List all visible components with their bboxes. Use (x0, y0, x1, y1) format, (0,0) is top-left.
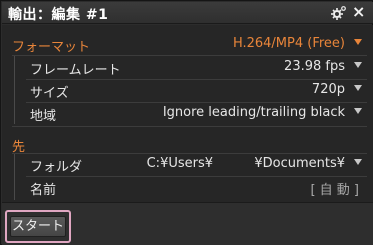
framerate-dropdown[interactable]: フレームレート 23.98 fps (2, 56, 373, 79)
chevron-down-icon (354, 62, 362, 68)
chevron-down-icon (354, 85, 362, 91)
panel-footer: スタート (2, 202, 373, 245)
filename-field[interactable]: 名前 [ 自 動 ] (2, 176, 373, 199)
format-label: フォーマット (12, 40, 91, 55)
panel-title: 輸出：編集 #1 (8, 7, 109, 23)
size-label: サイズ (30, 86, 69, 101)
divider (12, 126, 367, 127)
chevron-down-icon (354, 159, 362, 165)
filename-value: [ 自 動 ] (310, 183, 359, 198)
start-button-highlight: スタート (5, 210, 71, 243)
format-dropdown[interactable]: フォーマット H.264/MP4 (Free) (2, 33, 373, 56)
folder-label: フォルダ (30, 160, 83, 175)
panel-titlebar: 輸出：編集 #1 × (2, 2, 373, 24)
chevron-down-icon (354, 39, 362, 45)
size-dropdown[interactable]: サイズ 720p (2, 79, 373, 102)
start-button[interactable]: スタート (10, 216, 66, 237)
framerate-value: 23.98 fps (284, 59, 345, 74)
chevron-down-icon (354, 108, 362, 114)
region-dropdown[interactable]: 地域 Ignore leading/trailing black (2, 102, 373, 125)
folder-dropdown[interactable]: フォルダ C:¥Users¥ ¥Documents¥ (2, 153, 373, 176)
gear-icon[interactable] (331, 5, 347, 21)
region-label: 地域 (30, 109, 57, 124)
export-panel: 輸出：編集 #1 × フォーマット H.264/MP4 (Free) フレームレ… (0, 0, 373, 245)
settings-list: フォーマット H.264/MP4 (Free) フレームレート 23.98 fp… (2, 25, 373, 202)
format-value: H.264/MP4 (Free) (232, 36, 345, 51)
region-value: Ignore leading/trailing black (162, 105, 345, 120)
close-icon[interactable]: × (352, 3, 368, 21)
filename-label: 名前 (30, 183, 57, 198)
framerate-label: フレームレート (30, 63, 121, 78)
size-value: 720p (311, 82, 345, 97)
folder-value: C:¥Users¥ ¥Documents¥ (146, 156, 345, 171)
